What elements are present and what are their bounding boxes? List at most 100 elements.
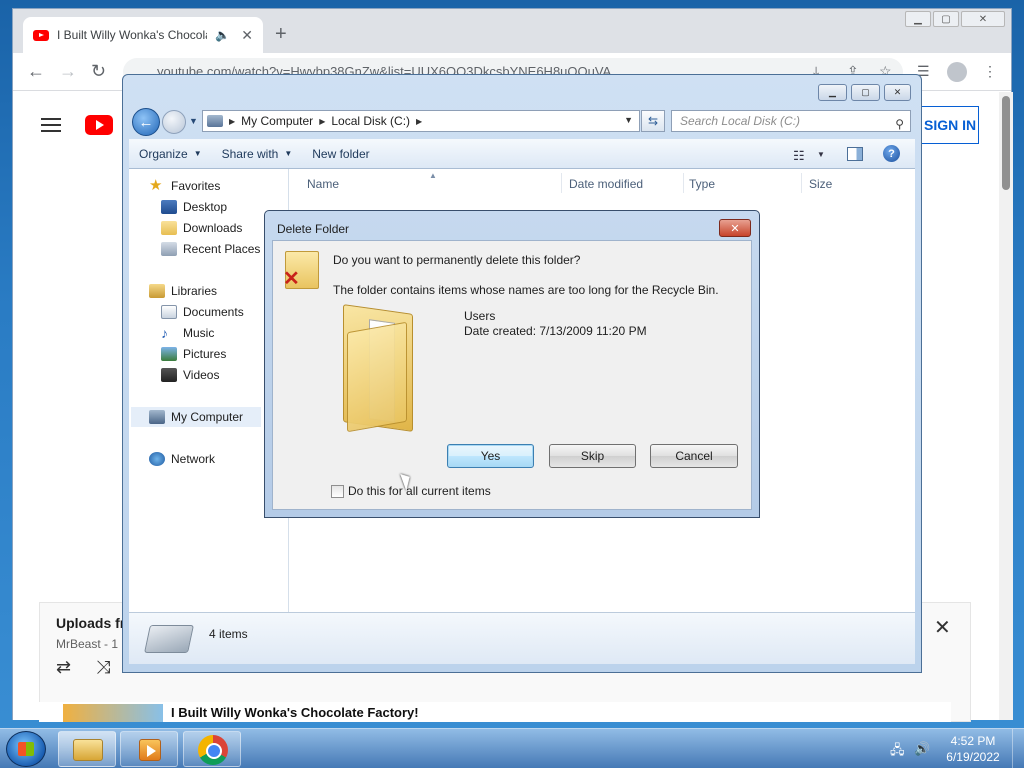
minimize-icon[interactable]: ▁ — [818, 84, 847, 101]
chevron-right-icon[interactable]: ▶ — [416, 117, 422, 126]
chevron-right-icon[interactable]: ▶ — [229, 117, 235, 126]
nav-libraries[interactable]: Libraries — [149, 284, 217, 298]
shuffle-icon[interactable]: ⤨ — [96, 657, 110, 678]
back-arrow-icon[interactable]: ← — [27, 61, 45, 81]
downloads-folder-icon — [161, 221, 177, 235]
organize-menu[interactable]: Organize ▼ — [129, 147, 212, 161]
nav-music[interactable]: ♪ Music — [161, 326, 214, 340]
system-clock[interactable]: 4:52 PM 6/19/2022 — [940, 733, 1006, 765]
column-divider[interactable] — [561, 173, 562, 193]
start-button[interactable] — [6, 731, 46, 767]
computer-icon — [149, 410, 165, 424]
refresh-icon[interactable]: ⇆ — [641, 110, 665, 132]
yes-button[interactable]: Yes — [447, 444, 534, 468]
column-header-date-modified[interactable]: Date modified — [569, 177, 643, 191]
command-bar: Organize ▼ Share with ▼ New folder ☷ ▼ ? — [129, 139, 915, 169]
column-divider[interactable] — [683, 173, 684, 193]
nav-videos[interactable]: Videos — [161, 368, 219, 382]
folder-front — [347, 321, 407, 433]
forward-arrow-icon[interactable] — [162, 110, 186, 134]
desktop-icon — [161, 200, 177, 214]
change-view-icon[interactable]: ☷ — [793, 148, 805, 164]
column-divider[interactable] — [801, 173, 802, 193]
videos-icon — [161, 368, 177, 382]
nav-label: My Computer — [171, 410, 244, 424]
recent-pages-icon[interactable]: ▼ — [189, 116, 198, 126]
view-dropdown-icon[interactable]: ▼ — [817, 150, 825, 159]
skip-button[interactable]: Skip — [549, 444, 636, 468]
volume-icon[interactable]: 🔊 — [914, 741, 930, 757]
dialog-close-icon[interactable]: ✕ — [719, 219, 751, 237]
apply-all-label[interactable]: Do this for all current items — [348, 484, 491, 498]
network-icon — [149, 452, 165, 466]
large-folder-icon — [343, 304, 415, 433]
nav-recent-places[interactable]: Recent Places — [161, 242, 260, 256]
chevron-right-icon[interactable]: ▶ — [319, 117, 325, 126]
nav-label: Downloads — [183, 221, 243, 235]
red-x-icon: ✕ — [283, 268, 300, 290]
tab-close-icon[interactable]: ✕ — [241, 27, 253, 44]
playlist-video-title[interactable]: I Built Willy Wonka's Chocolate Factory! — [171, 705, 419, 720]
breadcrumb-local-disk[interactable]: Local Disk (C:) — [331, 114, 410, 128]
nav-network[interactable]: Network — [149, 452, 215, 466]
apply-all-checkbox[interactable] — [331, 484, 344, 498]
dialog-title: Delete Folder — [277, 222, 350, 236]
reload-icon[interactable]: ↻ — [91, 61, 106, 81]
profile-avatar[interactable] — [947, 62, 967, 82]
preview-pane-icon[interactable] — [847, 147, 863, 161]
close-icon[interactable]: ✕ — [961, 11, 1005, 27]
taskbar-chrome[interactable] — [183, 731, 241, 767]
playlist-title[interactable]: Uploads from MrBeast — [56, 615, 122, 631]
minimize-icon[interactable]: ▁ — [905, 11, 931, 27]
back-arrow-icon[interactable]: ← — [132, 108, 160, 136]
playlist-close-icon[interactable]: ✕ — [934, 615, 951, 640]
chrome-tab-youtube[interactable]: I Built Willy Wonka's Chocolate Factory!… — [23, 17, 263, 53]
nav-label: Libraries — [171, 284, 218, 298]
network-tray-icon[interactable]: 🖧 — [890, 741, 905, 763]
media-player-icon — [139, 739, 161, 761]
scrollbar-thumb[interactable] — [1002, 96, 1010, 190]
hamburger-menu-icon[interactable] — [41, 118, 61, 132]
forward-arrow-icon[interactable]: → — [59, 61, 77, 81]
nav-downloads[interactable]: Downloads — [161, 221, 242, 235]
playlist-row[interactable]: I Built Willy Wonka's Chocolate Factory! — [39, 702, 951, 722]
youtube-logo-icon[interactable] — [85, 115, 113, 135]
playlist-channel[interactable]: MrBeast - 1 — [56, 637, 122, 651]
video-thumbnail[interactable] — [63, 704, 163, 722]
computer-icon — [207, 115, 223, 127]
share-with-menu[interactable]: Share with ▼ — [212, 147, 303, 161]
show-desktop-button[interactable] — [1012, 729, 1024, 768]
nav-favorites[interactable]: ★ Favorites — [149, 178, 220, 193]
cancel-button[interactable]: Cancel — [650, 444, 738, 468]
sort-ascending-icon: ▲ — [429, 171, 437, 180]
speaker-icon[interactable]: 🔈 — [215, 28, 230, 42]
nav-label: Music — [183, 326, 215, 340]
column-header-size[interactable]: Size — [809, 177, 832, 191]
address-dropdown-icon[interactable]: ▼ — [624, 115, 633, 125]
new-tab-icon[interactable]: + — [275, 24, 287, 44]
libraries-icon — [149, 284, 165, 298]
sign-in-button[interactable]: SIGN IN — [913, 106, 979, 144]
maximize-icon[interactable]: ▢ — [933, 11, 959, 27]
search-input[interactable]: Search Local Disk (C:) ⚲ — [671, 110, 911, 132]
new-folder-button[interactable]: New folder — [302, 147, 379, 161]
nav-desktop[interactable]: Desktop — [161, 200, 227, 214]
search-icon[interactable]: ⚲ — [895, 114, 904, 134]
taskbar-media-player[interactable] — [120, 731, 178, 767]
maximize-icon[interactable]: ▢ — [851, 84, 880, 101]
menu-dots-icon[interactable]: ⋮ — [983, 63, 997, 80]
chrome-window-controls: ▁ ▢ ✕ — [905, 11, 1005, 27]
hard-drive-icon — [144, 625, 194, 653]
taskbar-explorer[interactable] — [58, 731, 116, 767]
nav-pictures[interactable]: Pictures — [161, 347, 226, 361]
help-icon[interactable]: ? — [883, 145, 900, 162]
nav-documents[interactable]: Documents — [161, 305, 244, 319]
explorer-address-bar[interactable]: ▶ My Computer ▶ Local Disk (C:) ▶ ▼ — [202, 110, 640, 132]
nav-my-computer[interactable]: My Computer — [131, 407, 261, 427]
breadcrumb-my-computer[interactable]: My Computer — [241, 114, 313, 128]
page-scrollbar[interactable] — [999, 92, 1013, 720]
column-header-type[interactable]: Type — [689, 177, 715, 191]
close-icon[interactable]: ✕ — [884, 84, 911, 101]
column-header-name[interactable]: Name — [307, 177, 339, 191]
loop-icon[interactable]: ⇄ — [56, 657, 71, 678]
